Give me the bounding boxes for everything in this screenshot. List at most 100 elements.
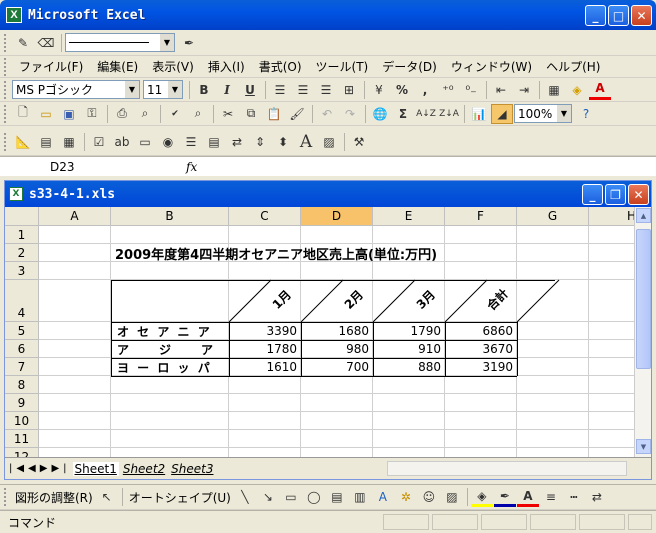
scroll-down-icon[interactable]: ▼	[636, 439, 651, 454]
font-size-combo[interactable]: 11 ▼	[143, 80, 183, 99]
tab-nav-arrows-icon[interactable]: |◀◀▶▶|	[9, 463, 71, 474]
table-cell[interactable]: 3670	[445, 340, 517, 358]
save-icon[interactable]: ▣	[58, 104, 80, 124]
maximize-button[interactable]: □	[608, 5, 629, 26]
open-folder-icon[interactable]: ▭	[35, 104, 57, 124]
menu-tools[interactable]: ツール(T)	[309, 58, 376, 75]
autoshapes-menu[interactable]: オートシェイプ(U)	[126, 489, 234, 506]
menu-insert[interactable]: 挿入(I)	[201, 58, 252, 75]
decrease-indent-icon[interactable]: ⇤	[490, 80, 512, 100]
decrease-decimal-icon[interactable]: ⁰₋	[460, 80, 482, 100]
permission-icon[interactable]: ⚿	[81, 104, 103, 124]
view-code-icon[interactable]: ▦	[58, 132, 80, 152]
table-cell[interactable]: 3190	[445, 358, 517, 376]
chevron-down-icon[interactable]: ▼	[160, 34, 174, 51]
workbook-restore-button[interactable]: ❐	[605, 184, 626, 205]
help-icon[interactable]: ?	[575, 104, 597, 124]
currency-icon[interactable]: ¥	[368, 80, 390, 100]
diagram-icon[interactable]: ✲	[395, 487, 417, 507]
percent-button[interactable]: %	[391, 80, 413, 100]
print-preview-icon[interactable]: ⌕	[134, 104, 156, 124]
option-button-icon[interactable]: ◉	[157, 132, 179, 152]
combobox-icon[interactable]: ▤	[203, 132, 225, 152]
sheet-grid[interactable]: A B C D E F G H 1 2 3 4 5 6 7 8 9 10 11 …	[5, 207, 635, 457]
rectangle-icon[interactable]: ▭	[280, 487, 302, 507]
undo-icon[interactable]: ↶	[316, 104, 338, 124]
menu-file[interactable]: ファイル(F)	[12, 58, 90, 75]
vertical-textbox-icon[interactable]: ▥	[349, 487, 371, 507]
font-combo[interactable]: MS Pゴシック ▼	[12, 80, 140, 99]
vertical-scrollbar[interactable]: ▲ ▼	[634, 207, 651, 457]
menu-help[interactable]: ヘルプ(H)	[539, 58, 607, 75]
draw-border-icon[interactable]: ✎	[12, 33, 34, 53]
font-color-icon[interactable]: A	[589, 80, 611, 100]
increase-decimal-icon[interactable]: ⁺⁰	[437, 80, 459, 100]
line-style-combo[interactable]: ▼	[65, 33, 175, 52]
table-cell[interactable]: 6860	[445, 322, 517, 340]
zoom-combo[interactable]: 100% ▼	[514, 104, 572, 123]
chevron-down-icon[interactable]: ▼	[125, 81, 139, 98]
line-icon[interactable]: ╲	[234, 487, 256, 507]
menu-view[interactable]: 表示(V)	[145, 58, 201, 75]
format-painter-icon[interactable]: 🖌	[286, 104, 308, 124]
comma-button[interactable]: ,	[414, 80, 436, 100]
name-box[interactable]: D23	[0, 157, 160, 176]
more-controls-icon[interactable]: ⚒	[348, 132, 370, 152]
align-left-icon[interactable]: ☰	[269, 80, 291, 100]
region-label[interactable]: オ セ ア ニ ア	[113, 322, 229, 340]
design-mode-icon[interactable]: 📐	[12, 132, 34, 152]
menu-data[interactable]: データ(D)	[375, 58, 444, 75]
tab-sheet2[interactable]: Sheet2	[121, 462, 167, 476]
align-right-icon[interactable]: ☰	[315, 80, 337, 100]
bold-button[interactable]: B	[193, 80, 215, 100]
line-color-icon[interactable]: ✒	[493, 487, 516, 507]
function-icon[interactable]: fx	[186, 160, 197, 174]
table-cell[interactable]: 980	[301, 340, 373, 358]
eraser-icon[interactable]: ⌫	[35, 33, 57, 53]
table-cell[interactable]: 1780	[229, 340, 301, 358]
region-label[interactable]: ア ジ ア	[113, 340, 229, 358]
vertical-scroll-thumb[interactable]	[636, 229, 651, 369]
draw-menu[interactable]: 図形の調整(R)	[12, 489, 96, 506]
arrow-icon[interactable]: ↘	[257, 487, 279, 507]
scroll-up-icon[interactable]: ▲	[636, 208, 651, 223]
select-pointer-icon[interactable]: ↖	[96, 487, 118, 507]
italic-button[interactable]: I	[216, 80, 238, 100]
underline-button[interactable]: U	[239, 80, 261, 100]
table-cell[interactable]: 910	[373, 340, 445, 358]
clipart-icon[interactable]: ☺	[418, 487, 440, 507]
scrollbar-icon[interactable]: ⬍	[272, 132, 294, 152]
table-cell[interactable]: 1790	[373, 322, 445, 340]
line-color-icon[interactable]: ✒	[178, 33, 200, 53]
chevron-down-icon[interactable]: ▼	[557, 105, 571, 122]
wordart-icon[interactable]: A	[372, 487, 394, 507]
autosum-icon[interactable]: Σ	[392, 104, 414, 124]
textbox-icon[interactable]: ab	[111, 132, 133, 152]
print-icon[interactable]: ⎙	[111, 104, 133, 124]
sort-ascending-icon[interactable]: A↓Z	[415, 104, 437, 124]
listbox-icon[interactable]: ☰	[180, 132, 202, 152]
cut-icon[interactable]: ✂	[217, 104, 239, 124]
chart-wizard-icon[interactable]: 📊	[468, 104, 490, 124]
table-cell[interactable]: 700	[301, 358, 373, 376]
tab-sheet3[interactable]: Sheet3	[169, 462, 215, 476]
workbook-minimize-button[interactable]: _	[582, 184, 603, 205]
line-style-icon[interactable]: ≡	[540, 487, 562, 507]
table-cell[interactable]: 3390	[229, 322, 301, 340]
drawing-icon[interactable]: ◢	[491, 103, 513, 124]
close-button[interactable]: ✕	[631, 5, 652, 26]
table-cell[interactable]: 1610	[229, 358, 301, 376]
workbook-close-button[interactable]: ✕	[628, 184, 649, 205]
button-icon[interactable]: ▭	[134, 132, 156, 152]
dash-style-icon[interactable]: ┅	[563, 487, 585, 507]
textbox-draw-icon[interactable]: ▤	[326, 487, 348, 507]
checkbox-icon[interactable]: ☑	[88, 132, 110, 152]
spelling-icon[interactable]: ✔	[164, 104, 186, 124]
fill-color-icon[interactable]: ◈	[566, 80, 588, 100]
menu-format[interactable]: 書式(O)	[252, 58, 309, 75]
borders-icon[interactable]: ▦	[543, 80, 565, 100]
table-cell[interactable]: 880	[373, 358, 445, 376]
properties-icon[interactable]: ▤	[35, 132, 57, 152]
hyperlink-icon[interactable]: 🌐	[369, 104, 391, 124]
research-icon[interactable]: ⌕	[187, 104, 209, 124]
